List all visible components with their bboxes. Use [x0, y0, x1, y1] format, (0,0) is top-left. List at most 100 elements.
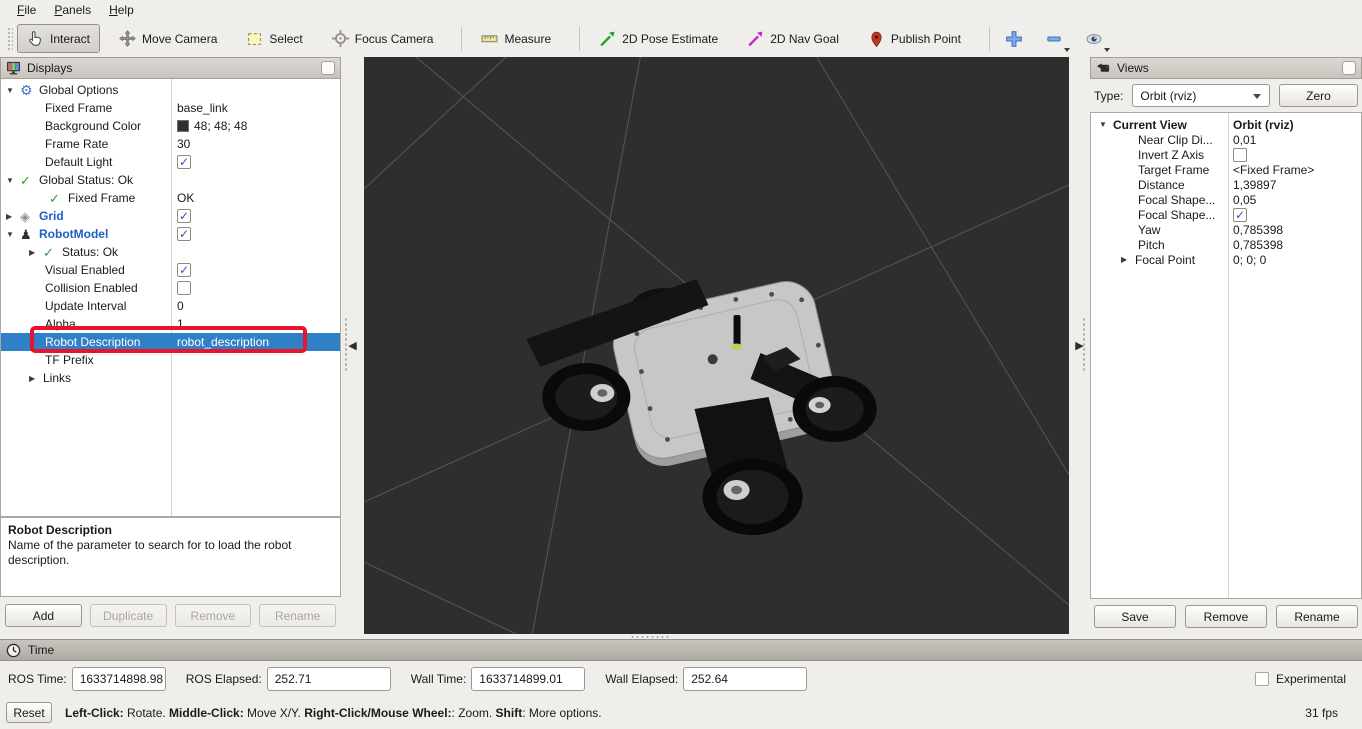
- display-property-row[interactable]: Collision Enabled: [1, 279, 340, 297]
- view-property-row[interactable]: Target Frame <Fixed Frame>: [1091, 162, 1361, 177]
- tool-interact[interactable]: Interact: [17, 24, 100, 53]
- expander-icon[interactable]: [1099, 120, 1113, 129]
- 3d-viewport[interactable]: [364, 57, 1069, 634]
- property-value-cell[interactable]: 0,01: [1228, 133, 1361, 147]
- display-property-row[interactable]: Status: Ok: [1, 243, 340, 261]
- display-property-row[interactable]: Fixed Frame base_link: [1, 99, 340, 117]
- property-value-cell[interactable]: <Fixed Frame>: [1228, 163, 1361, 177]
- views-panel-header[interactable]: Views: [1090, 57, 1362, 79]
- time-panel-header[interactable]: Time: [0, 639, 1362, 661]
- tool-2d-nav-goal[interactable]: 2D Nav Goal: [737, 24, 849, 53]
- reset-button[interactable]: Reset: [6, 702, 52, 723]
- experimental-checkbox[interactable]: [1255, 672, 1269, 686]
- property-value-cell[interactable]: 0; 0; 0: [1228, 253, 1361, 267]
- remove-tool-button[interactable]: [1039, 26, 1069, 52]
- ros-elapsed-input[interactable]: 252.71: [267, 667, 391, 691]
- add-button[interactable]: Add: [5, 604, 82, 627]
- property-value-cell[interactable]: [1228, 208, 1361, 222]
- wall-elapsed-input[interactable]: 252.64: [683, 667, 807, 691]
- display-property-row[interactable]: Alpha 1: [1, 315, 340, 333]
- property-value-cell[interactable]: 30: [171, 137, 340, 151]
- display-property-row[interactable]: Background Color 48; 48; 48: [1, 117, 340, 135]
- property-value-cell[interactable]: 0,785398: [1228, 238, 1361, 252]
- wall-time-input[interactable]: 1633714899.01: [471, 667, 585, 691]
- property-value-cell[interactable]: [171, 155, 340, 169]
- property-value-cell[interactable]: 1,39897: [1228, 178, 1361, 192]
- view-property-row[interactable]: Yaw 0,785398: [1091, 222, 1361, 237]
- panel-float-button[interactable]: [321, 61, 335, 75]
- displays-tree[interactable]: Global Options: [0, 79, 341, 517]
- rename-view-button[interactable]: Rename: [1276, 605, 1358, 628]
- menu-help[interactable]: Help: [100, 1, 143, 19]
- panel-float-button[interactable]: [1342, 61, 1356, 75]
- property-value-cell[interactable]: [1228, 148, 1361, 162]
- right-panel-splitter[interactable]: ▶: [1069, 57, 1090, 634]
- checkbox[interactable]: [177, 155, 191, 169]
- views-tree[interactable]: Current View Orbit (rviz) N: [1090, 112, 1362, 599]
- ros-time-input[interactable]: 1633714898.98: [72, 667, 166, 691]
- time-panel-splitter[interactable]: [0, 634, 1362, 639]
- tool-measure[interactable]: Measure: [471, 24, 561, 53]
- display-property-row[interactable]: Default Light: [1, 153, 340, 171]
- display-property-row[interactable]: Global Status: Ok: [1, 171, 340, 189]
- view-property-row[interactable]: Distance 1,39897: [1091, 177, 1361, 192]
- property-value-cell[interactable]: base_link: [171, 101, 340, 115]
- display-property-row[interactable]: Fixed Frame OK: [1, 189, 340, 207]
- tool-move-camera[interactable]: Move Camera: [109, 24, 227, 53]
- view-property-row[interactable]: Pitch 0,785398: [1091, 237, 1361, 252]
- view-property-row[interactable]: Invert Z Axis: [1091, 147, 1361, 162]
- checkbox[interactable]: [177, 281, 191, 295]
- display-property-row[interactable]: Visual Enabled: [1, 261, 340, 279]
- property-value-cell[interactable]: 48; 48; 48: [171, 119, 340, 133]
- save-button[interactable]: Save: [1094, 605, 1176, 628]
- display-property-row[interactable]: Robot Description robot_description: [1, 333, 340, 351]
- tool-2d-pose-estimate[interactable]: 2D Pose Estimate: [589, 24, 728, 53]
- checkbox[interactable]: [177, 263, 191, 277]
- left-panel-splitter[interactable]: ◀: [341, 57, 364, 634]
- property-value-cell[interactable]: 0,785398: [1228, 223, 1361, 237]
- display-property-row[interactable]: RobotModel: [1, 225, 340, 243]
- property-value-cell[interactable]: [171, 227, 340, 241]
- property-value-cell[interactable]: [171, 209, 340, 223]
- display-property-row[interactable]: Frame Rate 30: [1, 135, 340, 153]
- property-value-cell[interactable]: [171, 281, 340, 295]
- display-property-row[interactable]: Grid: [1, 207, 340, 225]
- expander-icon[interactable]: [6, 86, 20, 95]
- add-tool-button[interactable]: [999, 26, 1029, 52]
- view-property-row[interactable]: Focal Point 0; 0; 0: [1091, 252, 1361, 267]
- property-value-cell[interactable]: [171, 263, 340, 277]
- remove-view-button[interactable]: Remove: [1185, 605, 1267, 628]
- display-property-row[interactable]: TF Prefix: [1, 351, 340, 369]
- display-property-row[interactable]: Update Interval 0: [1, 297, 340, 315]
- view-type-dropdown[interactable]: Orbit (rviz): [1132, 84, 1270, 107]
- toolbar-grip[interactable]: [6, 26, 13, 52]
- menu-panels[interactable]: Panels: [45, 1, 100, 19]
- expander-icon[interactable]: [6, 212, 20, 221]
- visibility-tool-button[interactable]: [1079, 26, 1109, 52]
- checkbox[interactable]: [1233, 208, 1247, 222]
- display-property-row[interactable]: Links: [1, 369, 340, 387]
- checkbox[interactable]: [177, 227, 191, 241]
- tool-publish-point[interactable]: Publish Point: [858, 24, 971, 53]
- view-property-row[interactable]: Current View Orbit (rviz): [1091, 117, 1361, 132]
- expander-icon[interactable]: [29, 374, 43, 383]
- view-property-row[interactable]: Focal Shape... 0,05: [1091, 192, 1361, 207]
- displays-panel-header[interactable]: Displays: [0, 57, 341, 79]
- expander-icon[interactable]: [1121, 255, 1135, 264]
- display-property-row[interactable]: Global Options: [1, 81, 340, 99]
- checkbox[interactable]: [1233, 148, 1247, 162]
- property-value-cell[interactable]: OK: [171, 191, 340, 205]
- expander-icon[interactable]: [29, 248, 43, 257]
- checkbox[interactable]: [177, 209, 191, 223]
- collapse-left-arrow-icon[interactable]: ◀: [348, 339, 356, 352]
- property-value-cell[interactable]: robot_description: [171, 335, 340, 349]
- view-property-row[interactable]: Near Clip Di... 0,01: [1091, 132, 1361, 147]
- zero-button[interactable]: Zero: [1279, 84, 1358, 107]
- menu-file[interactable]: File: [8, 1, 45, 19]
- tool-focus-camera[interactable]: Focus Camera: [322, 24, 444, 53]
- expander-icon[interactable]: [6, 176, 20, 185]
- property-value-cell[interactable]: Orbit (rviz): [1228, 118, 1361, 132]
- view-property-row[interactable]: Focal Shape...: [1091, 207, 1361, 222]
- tool-select[interactable]: Select: [236, 24, 312, 53]
- expander-icon[interactable]: [6, 230, 20, 239]
